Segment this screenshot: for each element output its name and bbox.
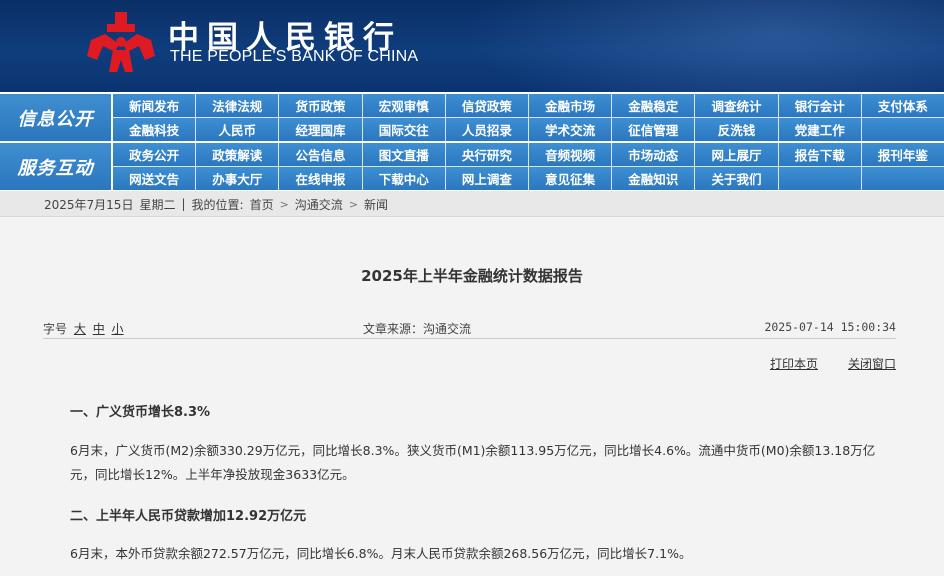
font-size-large-link[interactable]: 大 bbox=[74, 322, 86, 336]
nav-service-item-6[interactable]: 市场动态 bbox=[612, 143, 695, 166]
current-date: 2025年7月15日 bbox=[44, 197, 134, 212]
article-datetime: 2025-07-14 15:00:34 bbox=[764, 320, 896, 334]
nav-service-item-1[interactable]: 政策解读 bbox=[196, 143, 279, 166]
font-size-controls: 字号 大 中 小 bbox=[43, 320, 124, 337]
article-title: 2025年上半年金融统计数据报告 bbox=[361, 267, 583, 285]
nav-info-item-2[interactable]: 货币政策 bbox=[279, 94, 362, 117]
nav-info-item-15[interactable]: 学术交流 bbox=[528, 118, 612, 141]
section-2-paragraph: 6月末，本外币贷款余额272.57万亿元，同比增长6.8%。月末人民币贷款余额2… bbox=[70, 546, 692, 561]
section-1-paragraph: 6月末，广义货币(M2)余额330.29万亿元，同比增长8.3%。狭义货币(M1… bbox=[70, 443, 876, 482]
chevron-right-icon: > bbox=[348, 197, 359, 211]
nav-service-item-13[interactable]: 下载中心 bbox=[362, 167, 445, 190]
nav-info-empty-cell bbox=[861, 118, 944, 141]
nav-info-item-14[interactable]: 人员招录 bbox=[445, 118, 528, 141]
section-1-heading: 一、广义货币增长8.3% bbox=[70, 405, 211, 420]
nav-service-item-14[interactable]: 网上调查 bbox=[445, 167, 528, 190]
nav-service-item-5[interactable]: 音频视频 bbox=[528, 143, 612, 166]
article-meta-bar: 字号 大 中 小 文章来源：沟通交流 2025-07-14 15:00:34 bbox=[43, 317, 896, 339]
nav-info-item-3[interactable]: 宏观审慎 bbox=[362, 94, 445, 117]
breadcrumb-news-link[interactable]: 新闻 bbox=[364, 196, 388, 213]
nav-group-label-info: 信息公开 bbox=[0, 94, 111, 141]
nav-info-item-12[interactable]: 经理国库 bbox=[279, 118, 362, 141]
nav-service-item-15[interactable]: 意见征集 bbox=[528, 167, 612, 190]
nav-service-empty-cell bbox=[778, 167, 861, 190]
nav-group-label-service: 服务互动 bbox=[0, 143, 111, 190]
section-2-heading: 二、上半年人民币贷款增加12.92万亿元 bbox=[70, 509, 307, 524]
nav-grid-info: 新闻发布 法律法规 货币政策 宏观审慎 信贷政策 金融市场 金融稳定 调查统计 银行会计 支付体系… bbox=[113, 94, 944, 141]
nav-service-item-12[interactable]: 在线申报 bbox=[279, 167, 362, 190]
font-size-medium-link[interactable]: 中 bbox=[93, 322, 105, 336]
nav-group-service: 服务互动 政务公开 政策解读 公告信息 图文直播 央行研究 音频视频 市场动态 网上展厅 报告下… bbox=[0, 143, 944, 190]
breadcrumb-divider: | bbox=[181, 197, 186, 211]
nav-service-item-0[interactable]: 政务公开 bbox=[113, 143, 196, 166]
nav-info-item-17[interactable]: 反洗钱 bbox=[695, 118, 778, 141]
nav-info-item-18[interactable]: 党建工作 bbox=[778, 118, 861, 141]
article-source: 文章来源：沟通交流 bbox=[363, 322, 472, 336]
nav-info-item-10[interactable]: 金融科技 bbox=[113, 118, 196, 141]
print-page-link[interactable]: 打印本页 bbox=[770, 355, 818, 372]
nav-service-item-10[interactable]: 网送文告 bbox=[113, 167, 196, 190]
nav-grid-service: 政务公开 政策解读 公告信息 图文直播 央行研究 音频视频 市场动态 网上展厅 报告下载 报刊年鉴… bbox=[113, 143, 944, 190]
nav-group-info: 信息公开 新闻发布 法律法规 货币政策 宏观审慎 信贷政策 金融市场 金融稳定 调查统计 银行会… bbox=[0, 94, 944, 141]
nav-service-item-7[interactable]: 网上展厅 bbox=[695, 143, 778, 166]
site-header: 中国人民银行 THE PEOPLE'S BANK OF CHINA bbox=[0, 0, 944, 92]
font-size-label: 字号 bbox=[43, 322, 68, 336]
article-tools: 打印本页 关闭窗口 bbox=[770, 355, 896, 372]
nav-info-item-8[interactable]: 银行会计 bbox=[778, 94, 861, 117]
nav-info-item-7[interactable]: 调查统计 bbox=[695, 94, 778, 117]
nav-info-item-4[interactable]: 信贷政策 bbox=[445, 94, 528, 117]
nav-service-item-16[interactable]: 金融知识 bbox=[612, 167, 695, 190]
nav-info-item-11[interactable]: 人民币 bbox=[196, 118, 279, 141]
pboc-emblem-icon bbox=[87, 12, 155, 72]
nav-service-item-17[interactable]: 关于我们 bbox=[695, 167, 778, 190]
chevron-right-icon: > bbox=[279, 197, 289, 211]
location-label: 我的位置: bbox=[191, 197, 244, 212]
current-weekday: 星期二 bbox=[139, 197, 176, 212]
font-size-small-link[interactable]: 小 bbox=[112, 322, 124, 336]
nav-service-item-3[interactable]: 图文直播 bbox=[362, 143, 445, 166]
nav-service-item-8[interactable]: 报告下载 bbox=[778, 143, 861, 166]
close-window-link[interactable]: 关闭窗口 bbox=[848, 355, 896, 372]
breadcrumb: 2025年7月15日 星期二 | 我的位置: 首页 > 沟通交流 > 新闻 bbox=[0, 191, 944, 217]
nav-service-item-2[interactable]: 公告信息 bbox=[279, 143, 362, 166]
nav-info-item-5[interactable]: 金融市场 bbox=[528, 94, 612, 117]
nav-info-item-13[interactable]: 国际交往 bbox=[362, 118, 445, 141]
nav-service-item-4[interactable]: 央行研究 bbox=[445, 143, 528, 166]
nav-info-item-6[interactable]: 金融稳定 bbox=[612, 94, 695, 117]
breadcrumb-home-link[interactable]: 首页 bbox=[250, 196, 274, 213]
nav-service-empty-cell bbox=[861, 167, 944, 190]
nav-info-item-1[interactable]: 法律法规 bbox=[196, 94, 279, 117]
nav-info-item-9[interactable]: 支付体系 bbox=[861, 94, 944, 117]
nav-info-item-0[interactable]: 新闻发布 bbox=[113, 94, 196, 117]
header-glow bbox=[464, 0, 944, 92]
nav-info-item-16[interactable]: 征信管理 bbox=[612, 118, 695, 141]
breadcrumb-communication-link[interactable]: 沟通交流 bbox=[295, 196, 343, 213]
nav-service-item-11[interactable]: 办事大厅 bbox=[196, 167, 279, 190]
article-container: 2025年上半年金融统计数据报告 字号 大 中 小 文章来源：沟通交流 2025… bbox=[0, 217, 944, 576]
main-navigation: 信息公开 新闻发布 法律法规 货币政策 宏观审慎 信贷政策 金融市场 金融稳定 调查统计 银行会… bbox=[0, 94, 944, 190]
logo-english-text: THE PEOPLE'S BANK OF CHINA bbox=[170, 48, 419, 65]
nav-service-item-9[interactable]: 报刊年鉴 bbox=[861, 143, 944, 166]
